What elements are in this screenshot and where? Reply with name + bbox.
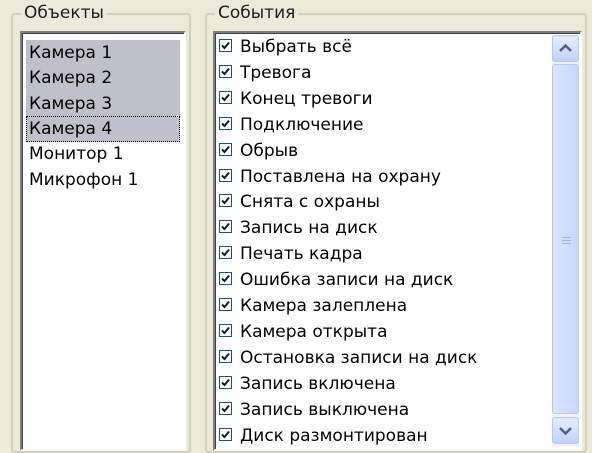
event-checkbox[interactable]	[219, 246, 232, 260]
event-checkbox[interactable]	[219, 323, 232, 337]
object-list-item[interactable]: Камера 4	[26, 115, 180, 142]
grip-line	[562, 240, 571, 241]
checkmark-icon	[221, 326, 230, 335]
event-label: Запись включена	[240, 373, 396, 394]
event-checkbox[interactable]	[219, 194, 232, 208]
objects-group-title: Объекты	[21, 2, 107, 24]
event-list-item[interactable]: Снята с охраны	[219, 189, 551, 215]
checkmark-icon	[221, 249, 230, 257]
event-checkbox[interactable]	[219, 142, 232, 156]
checkmark-icon	[221, 41, 230, 50]
checkmark-icon	[221, 223, 230, 231]
event-checkbox[interactable]	[219, 427, 232, 441]
event-list-item[interactable]: Подключение	[219, 112, 551, 138]
event-label: Конец тревоги	[240, 88, 373, 109]
event-label: Остановка записи на диск	[240, 347, 478, 368]
event-checkbox[interactable]	[219, 401, 232, 415]
event-label: Поставлена на охрану	[240, 166, 441, 187]
checkmark-icon	[221, 404, 230, 413]
object-list-item[interactable]: Камера 2	[26, 65, 180, 92]
event-label: Обрыв	[240, 140, 299, 161]
event-list-item[interactable]: Печать кадра	[219, 241, 551, 267]
event-label: Камера залеплена	[240, 296, 408, 316]
object-list-item[interactable]: Камера 3	[26, 90, 180, 117]
event-list-item[interactable]: Диск размонтирован	[219, 423, 551, 449]
event-list-item[interactable]: Камера залеплена	[219, 293, 551, 319]
event-label: Ошибка записи на диск	[240, 270, 454, 291]
events-group-title: События	[215, 2, 299, 24]
events-listbox[interactable]: Выбрать всё Тревога Конец тревоги Подключен…	[213, 31, 582, 451]
scroll-down-button[interactable]	[552, 417, 579, 444]
event-label: Печать кадра	[240, 244, 363, 265]
grip-line	[562, 243, 571, 244]
event-list-item[interactable]: Поставлена на охрану	[219, 164, 551, 190]
event-list-item[interactable]: Обрыв	[219, 138, 551, 164]
event-list-item[interactable]: Конец тревоги	[219, 86, 551, 112]
chevron-up-icon	[559, 43, 572, 52]
checkmark-icon	[221, 93, 230, 102]
event-label: Запись выключена	[240, 399, 410, 420]
events-scrollbar[interactable]	[552, 35, 579, 447]
event-checkbox[interactable]	[219, 272, 232, 286]
event-label: Запись на диск	[240, 218, 378, 239]
event-list-item[interactable]: Тревога	[219, 60, 551, 86]
checkmark-icon	[221, 300, 230, 309]
event-list-item[interactable]: Запись выключена	[219, 397, 551, 423]
event-list-item[interactable]: Ошибка записи на диск	[219, 267, 551, 293]
event-checkbox[interactable]	[219, 64, 232, 78]
checkmark-icon	[221, 197, 230, 205]
event-checkbox[interactable]	[219, 220, 232, 234]
chevron-down-icon	[559, 427, 572, 436]
checkmark-icon	[221, 67, 230, 76]
event-checkbox[interactable]	[219, 349, 232, 363]
checkmark-icon	[221, 378, 230, 387]
event-list-item[interactable]: Остановка записи на диск	[219, 345, 551, 371]
event-list-item[interactable]: Камера открыта	[219, 319, 551, 345]
checkmark-icon	[221, 171, 230, 179]
grip-line	[562, 237, 571, 238]
checkmark-icon	[221, 119, 230, 128]
checkmark-icon	[221, 274, 230, 283]
event-checkbox[interactable]	[219, 39, 232, 52]
objects-listbox[interactable]: Камера 1 Камера 2 Камера 3 Камера 4 Монитор …	[20, 31, 186, 451]
checkmark-icon	[221, 145, 230, 154]
event-list-item[interactable]: Запись на диск	[219, 215, 551, 241]
scrollbar-thumb[interactable]	[552, 64, 579, 414]
object-list-item[interactable]: Камера 1	[26, 40, 180, 66]
event-checkbox[interactable]	[219, 116, 232, 130]
scroll-up-button[interactable]	[552, 35, 579, 62]
event-label: Камера открыта	[240, 321, 388, 342]
event-label: Диск размонтирован	[240, 425, 428, 446]
checkmark-icon	[221, 430, 230, 438]
object-list-item[interactable]: Монитор 1	[26, 141, 180, 167]
checkmark-icon	[221, 352, 230, 361]
event-list-item[interactable]: Выбрать всё	[219, 34, 551, 60]
event-checkbox[interactable]	[219, 298, 232, 311]
event-checkbox[interactable]	[219, 168, 232, 182]
event-checkbox[interactable]	[219, 375, 232, 389]
object-list-item[interactable]: Микрофон 1	[26, 167, 180, 193]
event-checkbox[interactable]	[219, 90, 232, 104]
event-list-item[interactable]: Запись включена	[219, 371, 551, 397]
event-label: Подключение	[240, 114, 364, 135]
event-label: Снята с охраны	[240, 192, 380, 213]
event-label: Тревога	[240, 62, 312, 83]
event-label: Выбрать всё	[240, 37, 352, 57]
